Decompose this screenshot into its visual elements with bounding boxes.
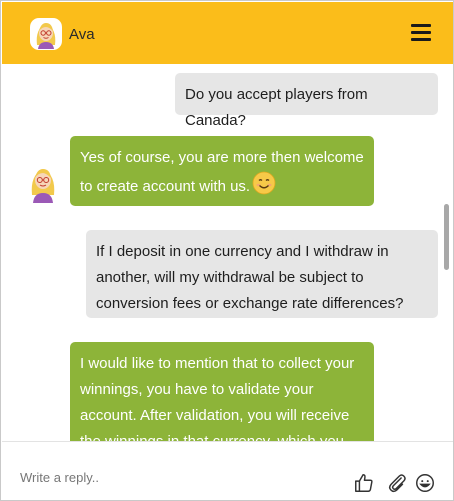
user-message: If I deposit in one currency and I withd…	[86, 230, 438, 318]
agent-message: I would like to mention that to collect …	[70, 342, 374, 441]
chat-widget: Ava Do you accept players from Canada? Y…	[0, 0, 454, 501]
smiling-face-icon	[252, 171, 276, 195]
message-line: conversion fees or exchange rate differe…	[96, 295, 404, 312]
chat-header: Ava	[2, 2, 453, 64]
paperclip-icon[interactable]	[386, 472, 408, 494]
thumbs-up-icon[interactable]	[353, 472, 375, 494]
message-line: Yes of course, you are more then welcome	[80, 149, 364, 166]
user-message: Do you accept players from Canada?	[175, 73, 438, 129]
female-agent-avatar-icon	[31, 169, 55, 203]
reply-composer	[2, 441, 453, 500]
message-line: account. After validation, you will rece…	[80, 407, 350, 424]
message-line: winnings, you have to validate your	[80, 381, 314, 398]
message-line: If I deposit in one currency and I withd…	[96, 243, 389, 260]
hamburger-menu-icon[interactable]	[411, 24, 431, 42]
reply-input[interactable]	[20, 470, 340, 485]
emoji-icon[interactable]	[414, 472, 436, 494]
female-agent-avatar-icon	[36, 23, 56, 49]
message-line: to create account with us.	[80, 178, 251, 195]
agent-name: Ava	[69, 26, 95, 43]
agent-avatar	[30, 18, 62, 50]
agent-message: Yes of course, you are more then welcome…	[70, 136, 374, 206]
message-line: the winnings in that currency, which you	[80, 429, 364, 441]
scrollbar-thumb[interactable]	[444, 204, 449, 270]
message-line: another, will my withdrawal be subject t…	[96, 269, 364, 286]
message-list[interactable]: Do you accept players from Canada? Yes o…	[2, 64, 453, 441]
message-line: I would like to mention that to collect …	[80, 355, 355, 372]
message-text: Do you accept players from Canada?	[185, 86, 368, 129]
